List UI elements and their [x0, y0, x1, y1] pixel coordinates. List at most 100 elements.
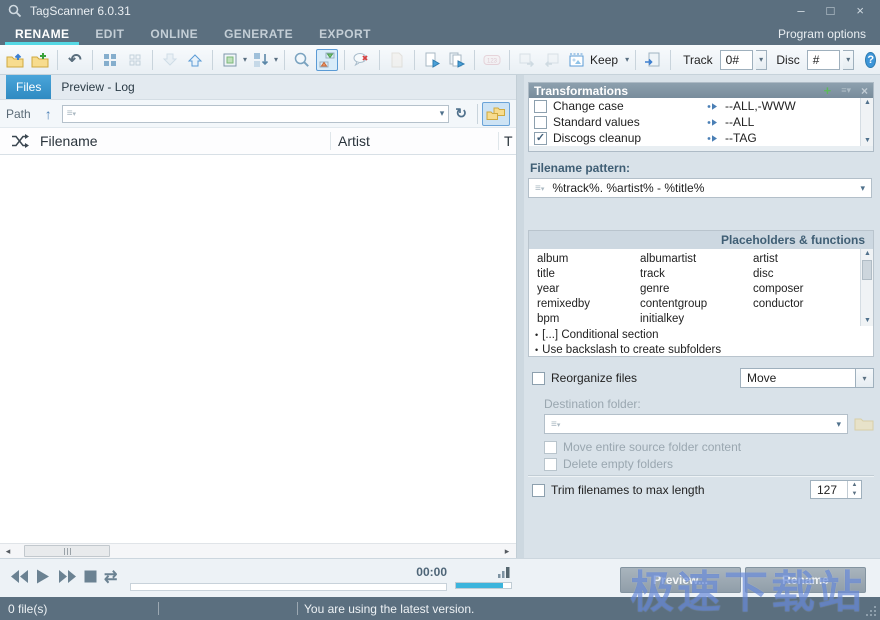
transformations-menu-icon[interactable]: ≡▾	[841, 85, 851, 96]
horizontal-scrollbar[interactable]: ◂ ▸	[0, 543, 516, 558]
preview-button[interactable]: Preview...	[620, 567, 741, 593]
view-grid-icon[interactable]	[99, 49, 121, 71]
volume-slider[interactable]	[455, 582, 512, 589]
pattern-history-icon[interactable]: ≡▾	[535, 183, 544, 194]
destination-dropdown-icon[interactable]: ▾	[836, 419, 841, 430]
discogs-cleanup-checkbox[interactable]: ✓	[534, 132, 547, 145]
search-icon[interactable]	[291, 49, 313, 71]
move-up-icon[interactable]	[184, 49, 206, 71]
scroll-up-icon[interactable]: ▲	[861, 249, 874, 259]
playback-progress-bar[interactable]	[130, 583, 447, 591]
trim-filenames-checkbox[interactable]	[532, 484, 545, 497]
scrollbar-thumb[interactable]	[24, 545, 110, 557]
menu-export[interactable]: EXPORT	[306, 22, 384, 45]
standard-values-checkbox[interactable]	[534, 116, 547, 129]
placeholder-item[interactable]: artist	[753, 253, 843, 265]
placeholder-item[interactable]: genre	[640, 283, 753, 295]
play-files-icon[interactable]	[446, 49, 468, 71]
close-transformations-icon[interactable]: ×	[861, 85, 868, 97]
path-dropdown-icon[interactable]: ▾	[440, 108, 445, 119]
import-image-icon[interactable]	[541, 49, 563, 71]
trim-filenames-option[interactable]: Trim filenames to max length	[532, 483, 705, 497]
close-button[interactable]: ×	[856, 0, 864, 22]
placeholder-item[interactable]: year	[529, 283, 640, 295]
placeholder-item[interactable]: albumartist	[640, 253, 753, 265]
path-input[interactable]: ≡▾ ▾	[62, 105, 450, 123]
shuffle-column-icon[interactable]	[11, 134, 29, 148]
spin-down-icon[interactable]: ▼	[848, 490, 861, 499]
transformations-scrollbar[interactable]: ▲ ▼	[860, 98, 873, 146]
refresh-icon[interactable]: ↻	[455, 105, 467, 122]
placeholder-item[interactable]: bpm	[529, 313, 640, 325]
rename-button[interactable]: Rename	[745, 567, 866, 593]
path-history-icon[interactable]: ≡▾	[67, 108, 76, 119]
repeat-icon[interactable]: ⇄	[104, 567, 117, 587]
tab-preview-log[interactable]: Preview - Log	[51, 75, 144, 99]
keep-artwork-dropdown[interactable]: Keep ▾	[566, 49, 629, 71]
filename-pattern-input[interactable]: ≡▾ %track%. %artist% - %title% ▾	[528, 178, 872, 198]
scroll-down-icon[interactable]: ▼	[861, 316, 874, 326]
destination-browse-folder-icon[interactable]	[854, 416, 874, 431]
placeholder-item[interactable]: album	[529, 253, 640, 265]
move-source-content-option[interactable]: Move entire source folder content	[544, 440, 741, 454]
next-track-icon[interactable]	[57, 569, 77, 584]
insert-into-file-icon[interactable]	[642, 49, 664, 71]
column-title[interactable]: T	[504, 133, 513, 149]
disc-format-dropdown[interactable]: ▾	[843, 50, 854, 70]
column-filename[interactable]: Filename	[40, 133, 98, 149]
pattern-dropdown-icon[interactable]: ▾	[860, 183, 865, 194]
menu-generate[interactable]: GENERATE	[211, 22, 306, 45]
menu-rename[interactable]: RENAME	[2, 22, 82, 45]
undo-icon[interactable]: ↶	[64, 49, 86, 71]
maximize-button[interactable]: □	[827, 0, 835, 22]
resize-grip[interactable]	[866, 606, 876, 616]
reorganize-mode-select[interactable]: Move ▾	[740, 368, 874, 388]
sort-icon[interactable]	[250, 49, 272, 71]
page-icon[interactable]	[386, 49, 408, 71]
max-length-spinner[interactable]: 127 ▲ ▼	[810, 480, 862, 499]
file-list[interactable]	[0, 155, 516, 543]
placeholder-item[interactable]: composer	[753, 283, 843, 295]
panel-splitter[interactable]	[517, 75, 524, 558]
scroll-left-icon[interactable]: ◂	[1, 544, 15, 558]
column-artist[interactable]: Artist	[338, 133, 370, 149]
track-format-input[interactable]: 0#	[720, 50, 753, 70]
open-folder-icon[interactable]	[4, 49, 26, 71]
program-options-link[interactable]: Program options	[778, 22, 880, 45]
disc-format-input[interactable]: #	[807, 50, 840, 70]
export-image-icon[interactable]	[516, 49, 538, 71]
remove-tag-icon[interactable]	[351, 49, 373, 71]
placeholder-item[interactable]: contentgroup	[640, 298, 753, 310]
folder-up-icon[interactable]: ↑	[45, 106, 52, 122]
menu-edit[interactable]: EDIT	[82, 22, 137, 45]
track-format-dropdown[interactable]: ▾	[756, 50, 767, 70]
play-file-icon[interactable]	[421, 49, 443, 71]
reorganize-files-option[interactable]: Reorganize files	[532, 371, 637, 385]
select-mode-caret[interactable]: ▾	[243, 55, 247, 64]
placeholder-item[interactable]: title	[529, 268, 640, 280]
stop-icon[interactable]	[84, 570, 97, 583]
scroll-right-icon[interactable]: ▸	[500, 544, 514, 558]
sort-caret[interactable]: ▾	[274, 55, 278, 64]
placeholder-item[interactable]: track	[640, 268, 753, 280]
help-button[interactable]: ?	[865, 52, 876, 68]
scroll-up-icon[interactable]: ▲	[861, 98, 874, 108]
select-mode-icon[interactable]	[219, 49, 241, 71]
delete-empty-folders-checkbox[interactable]	[544, 458, 557, 471]
tab-files[interactable]: Files	[6, 75, 51, 99]
change-case-checkbox[interactable]	[534, 100, 547, 113]
reorganize-files-checkbox[interactable]	[532, 372, 545, 385]
scroll-down-icon[interactable]: ▼	[861, 136, 874, 146]
transformation-row[interactable]: Change case --ALL,-WWW	[529, 98, 873, 114]
play-icon[interactable]	[36, 569, 50, 584]
autonumber-icon[interactable]: 123	[481, 49, 503, 71]
destination-folder-input[interactable]: ≡▾ ▾	[544, 414, 848, 434]
view-small-grid-icon[interactable]	[124, 49, 146, 71]
menu-online[interactable]: ONLINE	[137, 22, 211, 45]
spin-up-icon[interactable]: ▲	[848, 481, 861, 490]
transformation-row[interactable]: ✓ Discogs cleanup --TAG	[529, 130, 873, 146]
placeholder-item[interactable]: initialkey	[640, 313, 753, 325]
transformation-row[interactable]: Standard values --ALL	[529, 114, 873, 130]
move-down-icon[interactable]	[159, 49, 181, 71]
placeholders-scrollbar[interactable]: ▲ ▼	[860, 249, 873, 326]
